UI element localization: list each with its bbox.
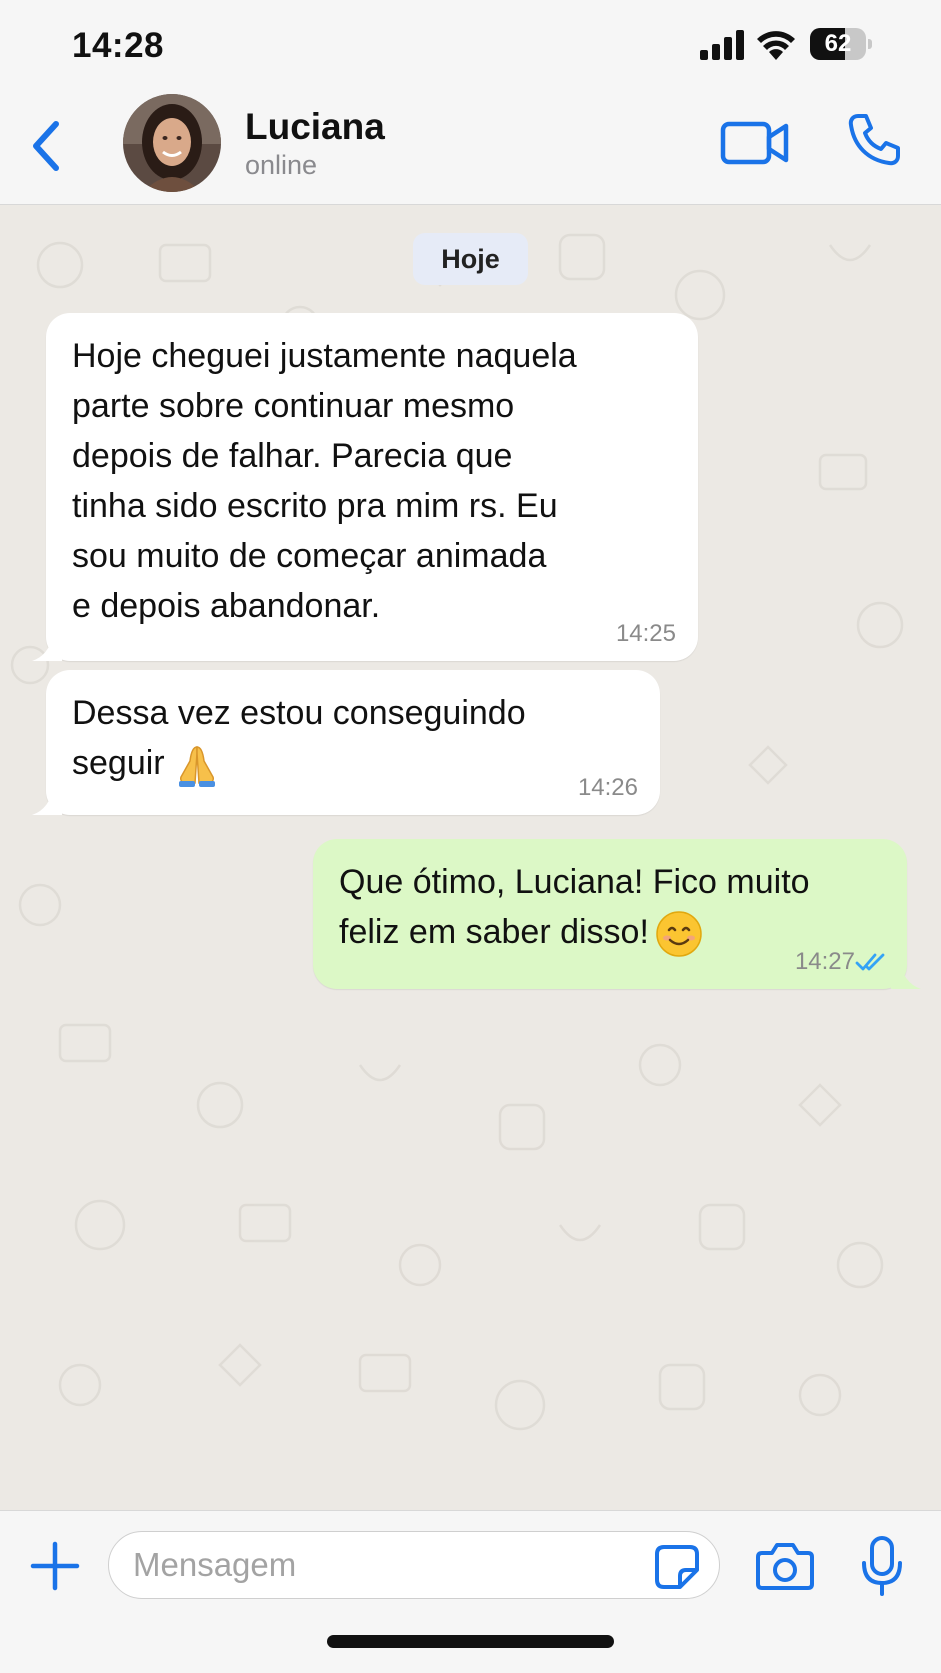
chat-area[interactable]: Hoje Hoje cheguei justamente naquela par… (0, 205, 941, 1510)
bubble-tail (32, 785, 62, 815)
message-composer (0, 1510, 941, 1673)
back-chevron-icon[interactable] (22, 114, 72, 178)
contact-status: online (245, 150, 318, 180)
plus-icon[interactable] (30, 1541, 80, 1591)
smiling-face-emoji (656, 911, 702, 957)
phone-icon[interactable] (846, 112, 902, 168)
bubble-tail (32, 631, 62, 661)
date-separator: Hoje (413, 233, 528, 285)
message-time: 14:26 (577, 774, 638, 801)
message-time: 14:27 (794, 948, 855, 975)
battery-percent: 62 (824, 30, 852, 57)
home-indicator[interactable] (327, 1635, 614, 1648)
contact-avatar[interactable] (123, 94, 221, 192)
contact-name[interactable]: Luciana (245, 106, 385, 148)
message-input[interactable] (108, 1531, 720, 1599)
battery-icon: 62 (810, 28, 872, 62)
microphone-icon[interactable] (860, 1535, 904, 1597)
message-bubble-incoming[interactable]: Hoje cheguei justamente naquela parte so… (32, 313, 698, 661)
folded-hands-emoji (178, 746, 215, 788)
wifi-icon (757, 31, 795, 60)
message-bubble-incoming[interactable]: Dessa vez estou conseguindo seguir 14:26 (32, 670, 660, 815)
message-text: Dessa vez estou conseguindo seguir (72, 694, 526, 782)
message-text: Hoje cheguei justamente naquela parte so… (72, 337, 577, 625)
message-text-container: Dessa vez estou conseguindo seguir (72, 688, 634, 789)
camera-icon[interactable] (756, 1541, 814, 1591)
message-text-container: Que ótimo, Luciana! Fico muito feliz em … (339, 857, 881, 958)
status-time: 14:28 (72, 26, 165, 65)
message-time: 14:25 (615, 620, 676, 647)
status-bar: 14:28 62 (0, 0, 941, 92)
video-camera-icon[interactable] (720, 118, 790, 168)
signal-bars-icon (700, 30, 744, 60)
chat-header: Luciana online (0, 92, 941, 205)
message-bubble-outgoing[interactable]: Que ótimo, Luciana! Fico muito feliz em … (313, 839, 921, 989)
bubble-tail (891, 959, 921, 989)
double-check-read-icon (855, 953, 885, 971)
sticker-icon[interactable] (654, 1544, 700, 1590)
message-text: Que ótimo, Luciana! Fico muito feliz em … (339, 863, 810, 951)
